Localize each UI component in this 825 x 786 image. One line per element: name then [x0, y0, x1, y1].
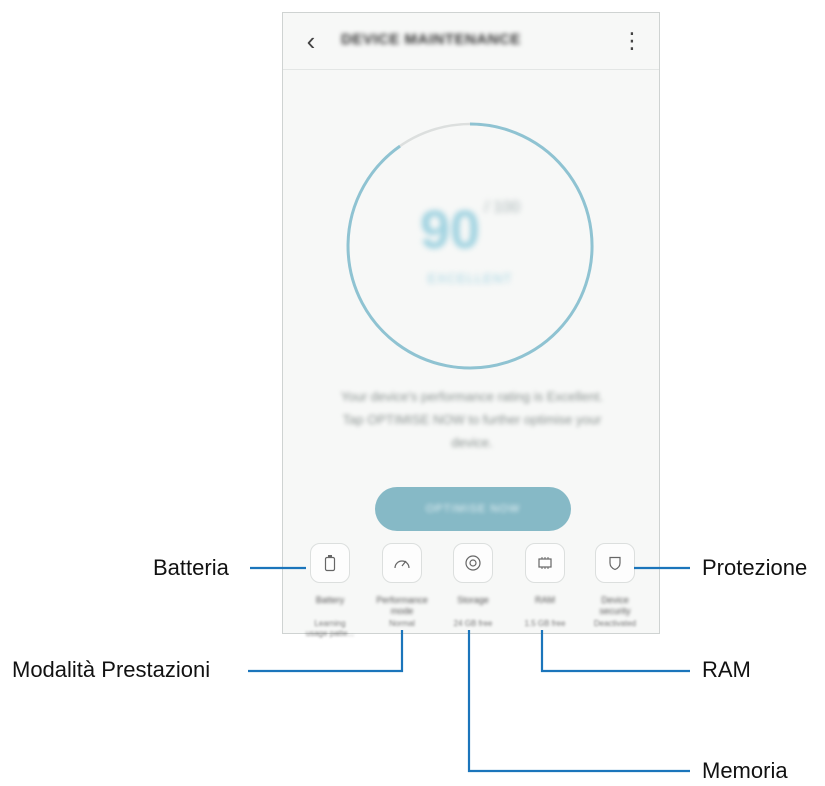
- callout-security: Protezione: [702, 555, 808, 580]
- callout-battery: Batteria: [153, 555, 229, 580]
- callout-ram: RAM: [702, 657, 751, 682]
- leader-performance: [248, 630, 404, 673]
- callout-storage: Memoria: [702, 758, 788, 783]
- callout-performance-mode: Modalità Prestazioni: [12, 657, 211, 682]
- leader-storage: [467, 630, 690, 773]
- leader-ram: [540, 630, 690, 673]
